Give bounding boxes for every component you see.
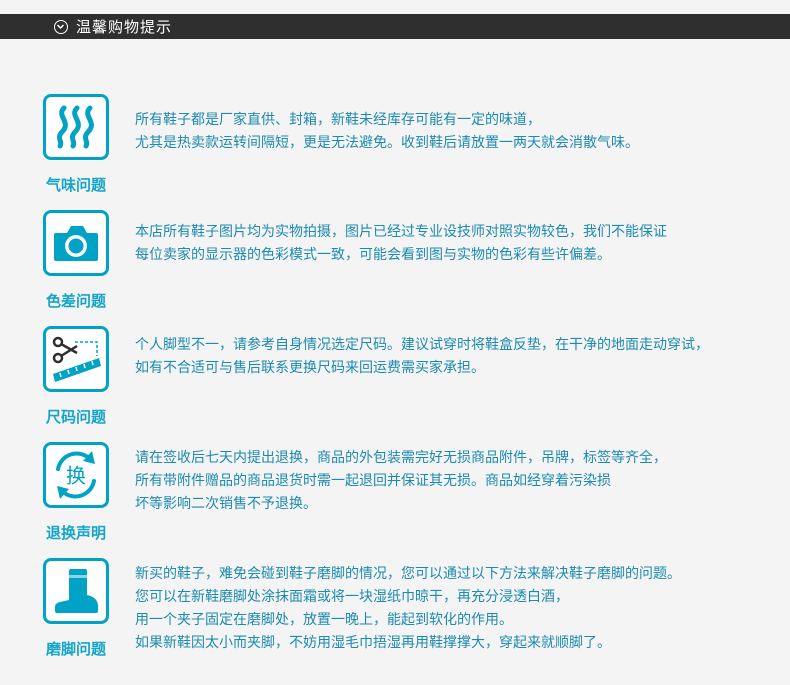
tip-line: 用一个夹子固定在磨脚处，放置一晚上，能起到软化的作用。 xyxy=(135,612,513,628)
shopping-tips-page: 温馨购物提示 气味问题 所有鞋子都是厂家直供、封箱，新鞋未经库存可能有一定的味道… xyxy=(0,0,790,685)
tip-line: 如有不合适可与售后联系更换尺码来回运费需买家承担。 xyxy=(135,360,485,376)
exchange-icon: 换 xyxy=(43,442,109,508)
tip-line: 个人脚型不一，请参考自身情况选定尺码。建议试穿时将鞋盒反垫，在干净的地面走动穿试… xyxy=(135,337,709,353)
tip-line: 请在签收后七天内提出退换，商品的外包装需完好无损商品附件，吊牌，标签等齐全， xyxy=(135,450,667,466)
tip-description: 所有鞋子都是厂家直供、封箱，新鞋未经库存可能有一定的味道， 尤其是热卖款运转间隔… xyxy=(135,109,785,155)
header-title: 温馨购物提示 xyxy=(76,18,173,36)
tip-line: 您可以在新鞋磨脚处涂抹面霜或将一块湿纸巾晾干，再充分浸透白酒， xyxy=(135,589,569,605)
chevron-down-circle-icon xyxy=(54,19,68,34)
tip-line: 本店所有鞋子图片均为实物拍摄，图片已经过专业设技师对照实物较色，我们不能保证 xyxy=(135,224,667,240)
scissors-ruler-icon xyxy=(43,326,109,392)
tip-description: 新买的鞋子，难免会碰到鞋子磨脚的情况，您可以通过以下方法来解决鞋子磨脚的问题。 … xyxy=(135,563,785,655)
header-bar: 温馨购物提示 xyxy=(0,14,790,39)
tip-label: 尺码问题 xyxy=(45,408,106,426)
tip-line: 所有带附件赠品的商品退货时需一起退回并保证其无损。商品如经穿着污染损 xyxy=(135,473,611,489)
tip-label: 气味问题 xyxy=(45,176,106,194)
steam-icon xyxy=(43,94,109,160)
tip-description: 本店所有鞋子图片均为实物拍摄，图片已经过专业设技师对照实物较色，我们不能保证 每… xyxy=(135,221,785,267)
tip-label: 退换声明 xyxy=(45,524,106,542)
tip-description: 个人脚型不一，请参考自身情况选定尺码。建议试穿时将鞋盒反垫，在干净的地面走动穿试… xyxy=(135,334,785,380)
tip-line: 如果新鞋因太小而夹脚，不妨用湿毛巾捂湿再用鞋撑撑大，穿起来就顺脚了。 xyxy=(135,635,611,651)
camera-icon xyxy=(43,210,109,276)
tip-label: 磨脚问题 xyxy=(45,640,106,658)
tip-line: 坏等影响二次销售不予退换。 xyxy=(135,496,317,512)
exchange-icon-text: 换 xyxy=(66,464,86,488)
tip-line: 所有鞋子都是厂家直供、封箱，新鞋未经库存可能有一定的味道， xyxy=(135,112,541,128)
tip-line: 每位卖家的显示器的色彩模式一致，可能会看到图与实物的色彩有些许偏差。 xyxy=(135,247,611,263)
tip-line: 新买的鞋子，难免会碰到鞋子磨脚的情况，您可以通过以下方法来解决鞋子磨脚的问题。 xyxy=(135,566,681,582)
tip-line: 尤其是热卖款运转间隔短，更是无法避免。收到鞋后请放置一两天就会消散气味。 xyxy=(135,135,639,151)
boot-icon xyxy=(43,558,109,624)
tip-label: 色差问题 xyxy=(45,292,106,310)
tip-description: 请在签收后七天内提出退换，商品的外包装需完好无损商品附件，吊牌，标签等齐全， 所… xyxy=(135,447,785,516)
